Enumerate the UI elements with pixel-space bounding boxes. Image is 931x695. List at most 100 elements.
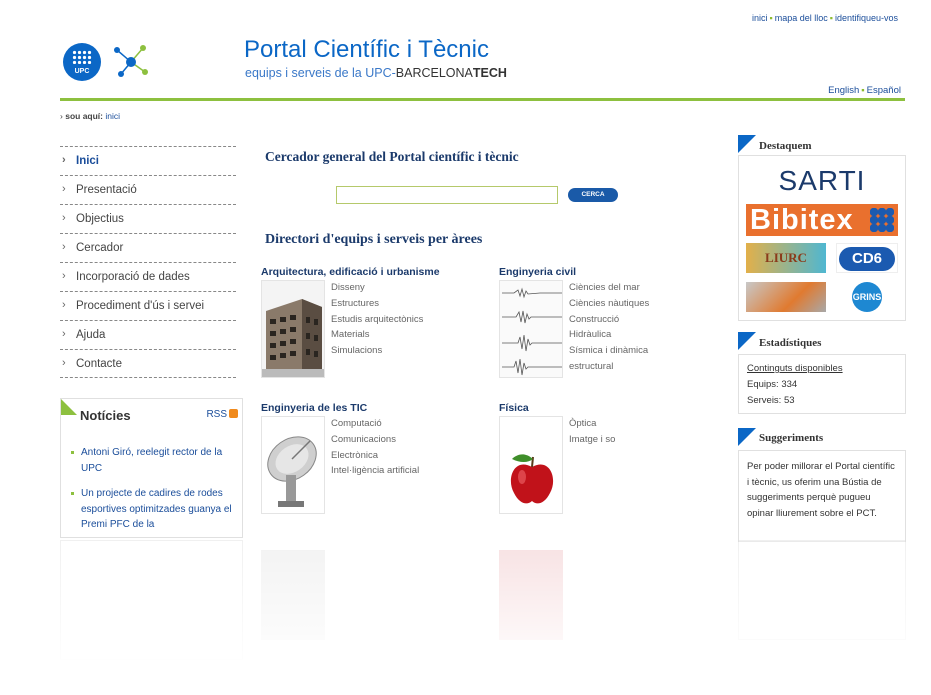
area-item[interactable]: Simulacions xyxy=(331,343,423,359)
nav-item-contacte[interactable]: › Contacte xyxy=(60,349,236,378)
satellite-dish-image[interactable] xyxy=(261,416,325,514)
main-nav: › Inici › Presentació › Objectius › Cercador… xyxy=(60,146,236,378)
nav-item-ajuda[interactable]: › Ajuda xyxy=(60,320,236,349)
bibitex-logo[interactable]: Bibitex xyxy=(746,204,898,236)
area-title[interactable]: Física xyxy=(499,402,529,414)
stats-panel: Continguts disponibles Equips: 334 Serve… xyxy=(738,354,906,414)
featured-title: Destaquem xyxy=(759,140,812,152)
stats-equips: Equips: 334 xyxy=(747,379,798,390)
corner-triangle-icon xyxy=(738,135,756,153)
nav-item-procediment[interactable]: › Procediment d'ús i servei xyxy=(60,291,236,320)
search-input[interactable] xyxy=(336,186,558,204)
corner-triangle-icon xyxy=(738,428,756,446)
apple-image[interactable] xyxy=(499,416,563,514)
network-logo-icon xyxy=(114,45,148,77)
area-item[interactable]: Estructures xyxy=(331,296,423,312)
stats-link[interactable]: Continguts disponibles xyxy=(747,361,897,377)
area-item[interactable]: Ciències del mar xyxy=(569,280,649,296)
liurc-logo[interactable]: LIURC xyxy=(746,243,826,273)
header-divider xyxy=(60,98,905,101)
nav-item-inici[interactable]: › Inici xyxy=(60,146,236,175)
area-item[interactable]: Intel·ligència artificial xyxy=(331,463,419,479)
nav-item-label: Presentació xyxy=(76,184,137,196)
nav-item-label: Cercador xyxy=(76,242,124,254)
area-item[interactable]: Imatge i so xyxy=(569,432,615,448)
upc-logo-dots-icon xyxy=(72,50,92,64)
news-panel: Notícies RSS Antoni Giró, reelegit recto… xyxy=(60,398,243,538)
nav-item-label: Incorporació de dades xyxy=(76,271,190,283)
chevron-right-icon: › xyxy=(62,241,66,253)
site-title[interactable]: Portal Científic i Tècnic xyxy=(244,36,489,64)
chevron-right-icon: › xyxy=(62,357,66,369)
language-switcher: English ▪ Español xyxy=(828,85,901,96)
breadcrumb-label: sou aquí: xyxy=(65,111,103,121)
upc-logo-text: UPC xyxy=(74,68,90,75)
rss-icon xyxy=(229,409,238,418)
breadcrumb: › sou aquí: inici xyxy=(60,111,120,121)
chevron-right-icon: › xyxy=(62,328,66,340)
lang-english[interactable]: English xyxy=(828,85,859,96)
nav-item-label: Contacte xyxy=(76,358,123,370)
nav-item-objectius[interactable]: › Objectius xyxy=(60,204,236,233)
top-link-login[interactable]: identifiqueu-vos xyxy=(835,13,898,23)
news-title: Notícies xyxy=(80,408,131,423)
area-item[interactable]: Electrònica xyxy=(331,448,419,464)
search-button[interactable]: CERCA xyxy=(568,188,618,202)
corner-triangle-icon xyxy=(61,399,77,415)
area-items: Computació Comunicacions Electrònica Int… xyxy=(331,416,419,479)
area-item[interactable]: Computació xyxy=(331,416,419,432)
area-item[interactable]: Estudis arquitectònics xyxy=(331,312,423,328)
area-title[interactable]: Arquitectura, edificació i urbanisme xyxy=(261,266,440,278)
area-item[interactable]: Hidràulica xyxy=(569,327,649,343)
grins-logo[interactable]: GRINS xyxy=(836,282,898,312)
area-architecture: Arquitectura, edificació i urbanisme Dis… xyxy=(261,266,440,378)
lang-spanish[interactable]: Español xyxy=(867,85,901,96)
breadcrumb-link[interactable]: inici xyxy=(105,111,120,121)
suggestions-text[interactable]: Per poder millorar el Portal científic i… xyxy=(739,451,905,529)
stats-title: Estadístiques xyxy=(759,337,822,349)
area-item[interactable]: Comunicacions xyxy=(331,432,419,448)
cd6-logo[interactable]: CD6 xyxy=(836,243,898,273)
subtitle-part-1: equips i serveis de la UPC- xyxy=(245,66,396,80)
nav-item-cercador[interactable]: › Cercador xyxy=(60,233,236,262)
page: inici ▪ mapa del lloc ▪ identifiqueu-vos UPC… xyxy=(0,0,931,695)
news-item[interactable]: Antoni Giró, reelegit rector de la UPC xyxy=(69,445,239,476)
building-image[interactable] xyxy=(261,280,325,378)
rss-label: RSS xyxy=(206,409,227,420)
chevron-right-icon: › xyxy=(62,212,66,224)
seismograph-image[interactable] xyxy=(499,280,563,378)
grins-logo-text: GRINS xyxy=(852,282,882,312)
rss-link[interactable]: RSS xyxy=(206,409,238,420)
robot-logo-image[interactable] xyxy=(746,282,826,312)
top-link-sitemap[interactable]: mapa del lloc xyxy=(775,13,828,23)
directory-heading: Directori d'equips i serveis per àrees xyxy=(265,232,483,247)
stats-serveis: Serveis: 53 xyxy=(747,395,795,406)
breadcrumb-arrow-icon: › xyxy=(60,111,63,121)
area-item[interactable]: Òptica xyxy=(569,416,615,432)
area-title[interactable]: Enginyeria civil xyxy=(499,266,576,278)
corner-triangle-icon xyxy=(738,332,756,350)
area-item[interactable]: Sísmica i dinàmica xyxy=(569,343,649,359)
area-title[interactable]: Enginyeria de les TIC xyxy=(261,402,367,414)
top-link-home[interactable]: inici xyxy=(752,13,768,23)
site-subtitle: equips i serveis de la UPC-BARCELONATECH xyxy=(245,66,507,80)
nav-item-presentacio[interactable]: › Presentació xyxy=(60,175,236,204)
top-links: inici ▪ mapa del lloc ▪ identifiqueu-vos xyxy=(752,13,898,23)
cd6-logo-text: CD6 xyxy=(839,247,895,271)
reflection-fade xyxy=(0,540,931,695)
area-item[interactable]: Ciències nàutiques xyxy=(569,296,649,312)
chevron-right-icon: › xyxy=(62,299,66,311)
area-civil: Enginyeria civil Ciències del mar Ciènci… xyxy=(499,266,649,378)
upc-logo[interactable]: UPC xyxy=(63,43,101,81)
sarti-logo[interactable]: SARTI xyxy=(746,166,898,196)
area-item[interactable]: Construcció xyxy=(569,312,649,328)
area-physics: Física Òptica Imatge i so xyxy=(499,402,615,514)
chevron-right-icon: › xyxy=(62,183,66,195)
nav-item-incorporacio[interactable]: › Incorporació de dades xyxy=(60,262,236,291)
area-items: Disseny Estructures Estudis arquitectòni… xyxy=(331,280,423,359)
nav-item-label: Ajuda xyxy=(76,329,106,341)
area-item[interactable]: Disseny xyxy=(331,280,423,296)
area-item[interactable]: Materials xyxy=(331,327,423,343)
bibitex-logo-text: Bibitex xyxy=(750,204,854,236)
news-item[interactable]: Un projecte de cadires de rodes esportiv… xyxy=(69,486,239,533)
